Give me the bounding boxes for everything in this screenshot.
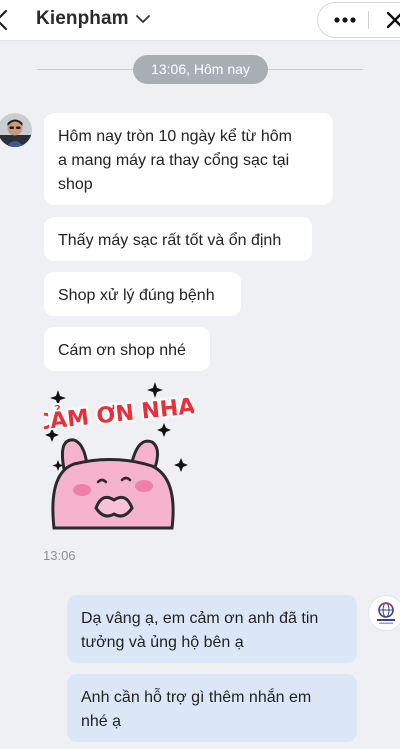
message-bubble-outgoing[interactable]: Dạ vâng ạ, em cảm ơn anh đã tin tưởng và…	[67, 595, 357, 663]
person-avatar-icon	[0, 113, 32, 147]
chevron-left-icon[interactable]	[0, 9, 10, 31]
shop-avatar[interactable]	[368, 595, 400, 631]
message-bubble-outgoing[interactable]: Anh cần hỗ trợ gì thêm nhắn em nhé ạ	[67, 674, 357, 742]
contact-name[interactable]: Kienpham	[36, 8, 129, 30]
divider-line-right	[268, 69, 363, 70]
divider-line-left	[37, 69, 133, 70]
message-bubble-incoming[interactable]: Hôm nay tròn 10 ngày kể từ hôm a mang má…	[44, 113, 333, 205]
more-dots-icon[interactable]	[328, 3, 362, 37]
sender-avatar[interactable]	[0, 113, 32, 147]
message-bubble-incoming[interactable]: Thấy máy sạc rất tốt và ổn định	[44, 217, 312, 261]
capsule-divider	[368, 11, 369, 29]
sticker-caption: CẢM ƠN NHA!	[44, 390, 194, 436]
message-bubble-incoming[interactable]: Cám ơn shop nhé	[44, 327, 210, 371]
mini-program-capsule	[317, 2, 400, 38]
time-divider-label: 13:06, Hôm nay	[133, 55, 268, 84]
message-bubble-incoming[interactable]: Shop xử lý đúng bệnh	[44, 272, 241, 316]
chat-header: Kienpham	[0, 0, 400, 41]
shop-logo-icon	[369, 596, 400, 630]
message-timestamp: 13:06	[43, 548, 76, 563]
chevron-down-icon[interactable]	[135, 13, 151, 25]
close-icon[interactable]	[378, 3, 400, 37]
pink-bunny-sticker-icon[interactable]: CẢM ƠN NHA!	[44, 378, 194, 534]
